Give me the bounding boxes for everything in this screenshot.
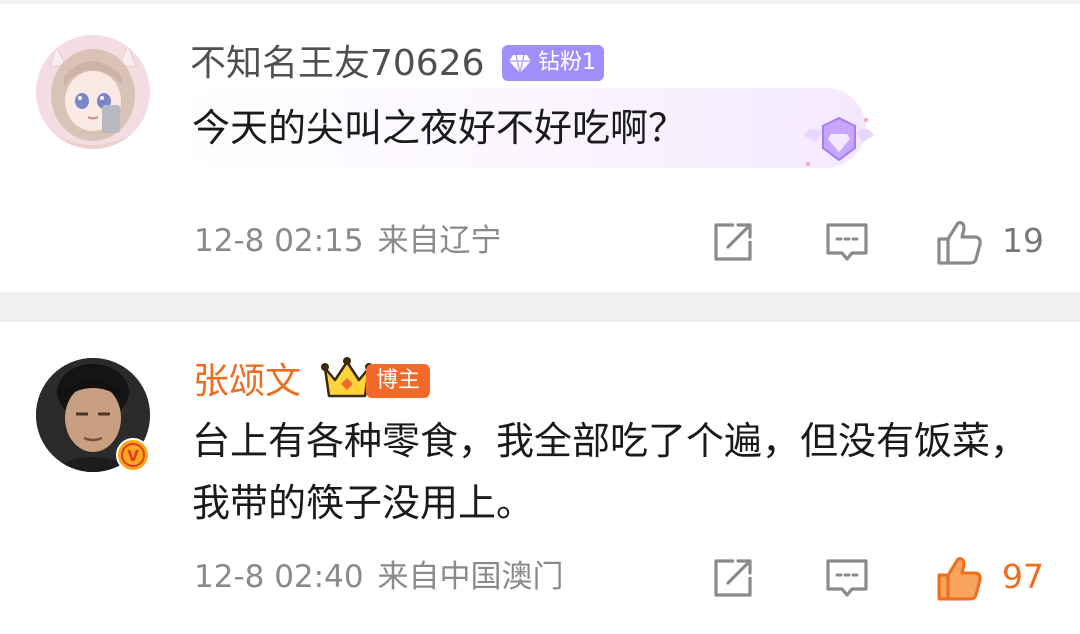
like-count: 97 — [1002, 557, 1044, 596]
like-count: 19 — [1002, 221, 1044, 260]
like-icon-active[interactable] — [934, 553, 984, 603]
avatar[interactable]: V — [36, 358, 150, 472]
badge-label: 钻粉1 — [538, 50, 596, 75]
comment-location: 来自辽宁 — [377, 223, 502, 259]
comment-text: 今天的尖叫之夜好不好吃啊？ — [192, 106, 687, 150]
like-icon[interactable] — [934, 217, 984, 267]
comment-item: 不知名王友70626 钻粉1 今天的尖叫之夜好不好吃啊？ 12-8 02:15 来… — [0, 4, 1080, 292]
comment-location: 来自中国澳门 — [377, 559, 564, 595]
comment-time: 12-8 02:15 — [194, 223, 364, 259]
diamond-icon — [509, 54, 531, 74]
comment-icon[interactable] — [822, 553, 872, 603]
comment-item: V 张颂文 博主 台上有各种零食，我全部吃了个遍，但没有饭菜，我带的筷子没用上。… — [0, 322, 1080, 634]
share-icon[interactable] — [708, 217, 758, 267]
comment-icon[interactable] — [822, 217, 872, 267]
verified-v-icon: V — [116, 438, 150, 472]
anime-girl-avatar-icon — [36, 35, 150, 149]
comment-meta: 12-8 02:15 来自辽宁 — [194, 221, 502, 261]
share-icon[interactable] — [708, 553, 758, 603]
comment-time: 12-8 02:40 — [194, 559, 364, 595]
username[interactable]: 张颂文 — [193, 360, 301, 404]
username[interactable]: 不知名王友70626 — [190, 42, 485, 86]
diamond-fan-decoration-icon — [804, 116, 874, 166]
comment-meta: 12-8 02:40 来自中国澳门 — [194, 557, 564, 597]
fan-level-badge[interactable]: 钻粉1 — [502, 45, 604, 81]
svg-text:V: V — [127, 447, 139, 465]
blogger-badge[interactable]: 博主 — [366, 364, 430, 398]
avatar[interactable] — [36, 35, 150, 149]
comment-separator — [0, 292, 1080, 322]
comment-text: 台上有各种零食，我全部吃了个遍，但没有饭菜，我带的筷子没用上。 — [192, 419, 1029, 525]
